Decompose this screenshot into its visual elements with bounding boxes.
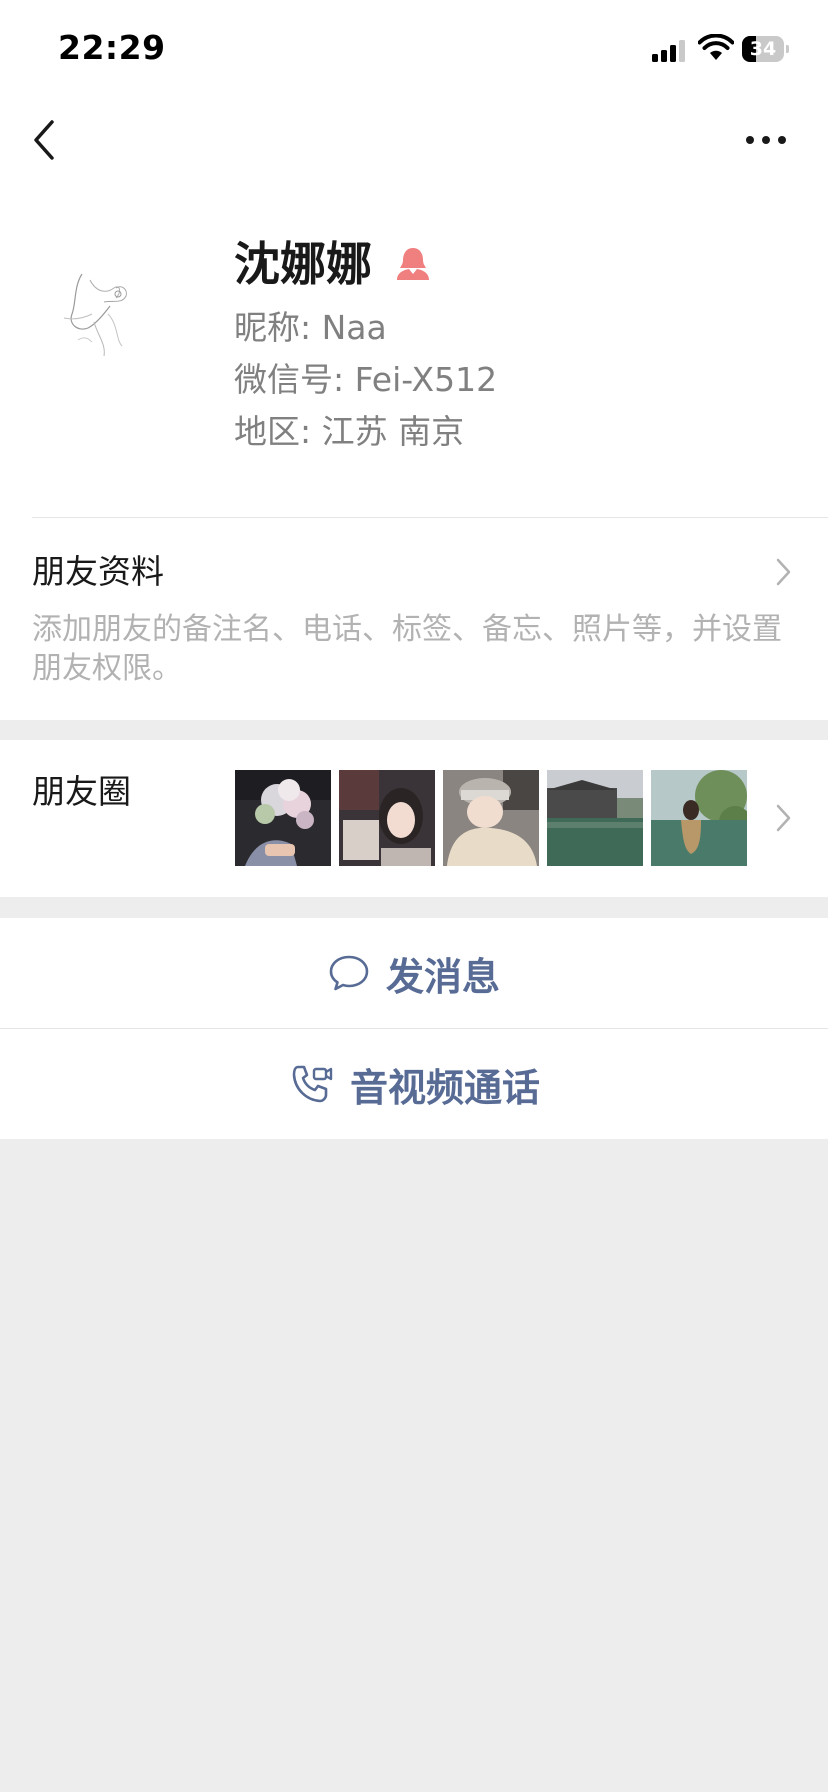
chat-bubble-icon [329, 955, 369, 991]
chevron-left-icon[interactable] [26, 112, 66, 168]
profile-card: 22:29 34 沈娜娜 昵称: Naa 微信号: Fei-X512 地区: 江… [0, 0, 828, 720]
friend-info-description: 添加朋友的备注名、电话、标签、备忘、照片等，并设置朋友权限。 [32, 612, 782, 686]
avatar[interactable] [34, 244, 164, 374]
profile-name: 沈娜娜 [234, 237, 372, 291]
send-message-label: 发消息 [386, 954, 501, 999]
divider [32, 517, 828, 518]
nickname: 昵称: Naa [234, 308, 387, 347]
audio-video-call-label: 音视频通话 [350, 1065, 541, 1110]
chevron-right-icon[interactable] [773, 555, 795, 589]
friend-info-title[interactable]: 朋友资料 [32, 550, 164, 594]
moments-thumbnail[interactable] [443, 770, 539, 866]
female-icon [397, 248, 429, 280]
moments-thumbnail[interactable] [651, 770, 747, 866]
status-time: 22:29 [58, 28, 166, 67]
battery-level: 34 [749, 38, 777, 60]
battery-icon: 34 [742, 36, 790, 62]
moments-thumbnail[interactable] [235, 770, 331, 866]
audio-video-call-button[interactable]: 音视频通话 [0, 1029, 828, 1139]
more-dots-icon[interactable] [740, 122, 792, 158]
moments-title: 朋友圈 [32, 772, 131, 811]
moments-row[interactable]: 朋友圈 [0, 740, 828, 897]
moments-thumbnail[interactable] [339, 770, 435, 866]
cellular-signal-icon [652, 40, 688, 62]
wifi-icon [698, 34, 734, 60]
moments-thumbnail[interactable] [547, 770, 643, 866]
send-message-button[interactable]: 发消息 [0, 918, 828, 1028]
wechat-id[interactable]: 微信号: Fei-X512 [234, 358, 497, 402]
region: 地区: 江苏 南京 [234, 412, 465, 451]
chevron-right-icon[interactable] [773, 801, 795, 835]
phone-video-icon [292, 1065, 333, 1103]
